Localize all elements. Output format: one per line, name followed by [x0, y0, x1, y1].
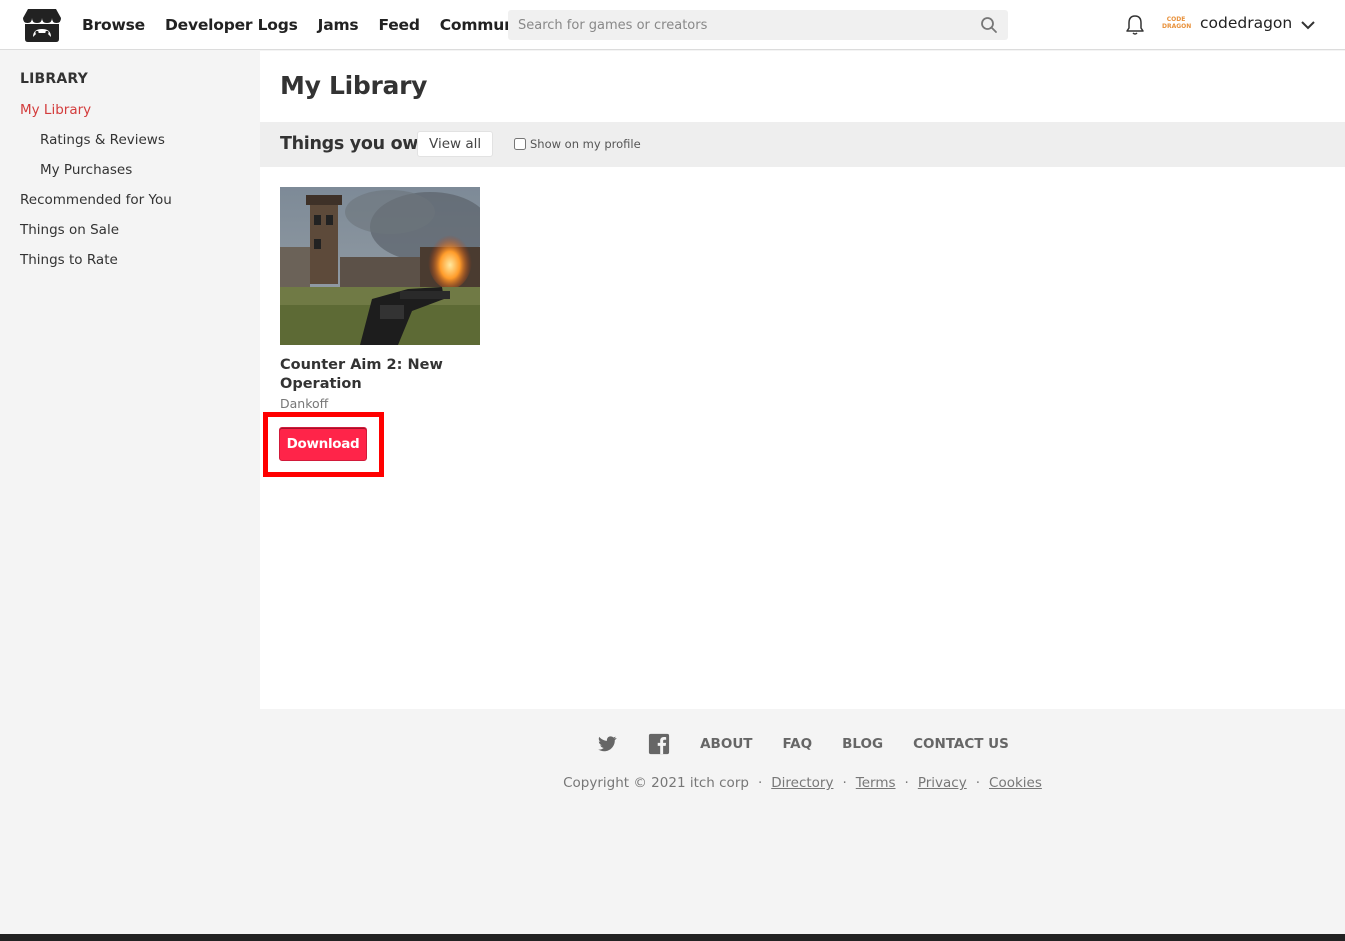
game-thumbnail[interactable] [280, 187, 480, 345]
itch-logo-icon[interactable] [22, 7, 62, 43]
bottom-strip [0, 934, 1345, 941]
footer-cookies[interactable]: Cookies [989, 775, 1042, 791]
nav-developer-logs[interactable]: Developer Logs [165, 16, 298, 34]
section-title: Things you own [280, 134, 431, 154]
view-all-button[interactable]: View all [417, 131, 494, 157]
top-header: Browse Developer Logs Jams Feed Communit… [0, 0, 1345, 50]
sidebar-heading: LIBRARY [20, 71, 88, 87]
footer: ABOUT FAQ BLOG CONTACT US Copyright © 20… [260, 709, 1345, 935]
footer-contact-us[interactable]: CONTACT US [913, 736, 1009, 752]
download-button[interactable]: Download [279, 427, 367, 461]
facebook-icon[interactable] [648, 733, 670, 755]
sidebar-item-things-on-sale[interactable]: Things on Sale [20, 222, 119, 238]
page-title: My Library [280, 71, 428, 100]
search-icon[interactable] [980, 16, 998, 34]
main-nav: Browse Developer Logs Jams Feed Communit… [82, 0, 557, 50]
footer-about[interactable]: ABOUT [700, 736, 752, 752]
sidebar-item-things-to-rate[interactable]: Things to Rate [20, 252, 118, 268]
show-on-profile-toggle[interactable]: Show on my profile [514, 137, 641, 151]
twitter-icon[interactable] [596, 733, 618, 755]
sidebar-item-my-purchases[interactable]: My Purchases [40, 162, 132, 178]
game-title[interactable]: Counter Aim 2: New Operation [280, 356, 480, 394]
nav-jams[interactable]: Jams [318, 16, 359, 34]
show-on-profile-label: Show on my profile [530, 137, 641, 151]
copyright-text: Copyright © 2021 itch corp [563, 775, 749, 791]
avatar[interactable]: CODE DRAGON [1162, 13, 1191, 37]
nav-browse[interactable]: Browse [82, 16, 145, 34]
things-you-own-bar: Things you own View all Show on my profi… [260, 122, 1345, 167]
show-on-profile-checkbox[interactable] [514, 138, 526, 150]
game-author[interactable]: Dankoff [280, 396, 480, 412]
footer-privacy[interactable]: Privacy [918, 775, 967, 791]
notification-bell-icon[interactable] [1125, 14, 1145, 36]
sidebar-item-my-library[interactable]: My Library [20, 102, 91, 118]
nav-feed[interactable]: Feed [378, 16, 419, 34]
sidebar-item-recommended[interactable]: Recommended for You [20, 192, 172, 208]
chevron-down-icon[interactable] [1300, 17, 1316, 33]
username[interactable]: codedragon [1200, 14, 1292, 32]
sidebar: LIBRARY My Library Ratings & Reviews My … [0, 51, 260, 709]
footer-links: ABOUT FAQ BLOG CONTACT US [260, 733, 1345, 755]
footer-terms[interactable]: Terms [856, 775, 896, 791]
copyright-line: Copyright © 2021 itch corp · Directory · Ter… [563, 775, 1042, 791]
footer-faq[interactable]: FAQ [783, 736, 813, 752]
search-box [508, 10, 1008, 40]
search-input[interactable] [508, 10, 968, 40]
footer-directory[interactable]: Directory [771, 775, 833, 791]
main-content: My Library Things you own View all Show … [260, 51, 1345, 709]
footer-blog[interactable]: BLOG [842, 736, 883, 752]
game-card: Counter Aim 2: New Operation Dankoff [280, 187, 480, 412]
sidebar-item-ratings-reviews[interactable]: Ratings & Reviews [40, 132, 165, 148]
